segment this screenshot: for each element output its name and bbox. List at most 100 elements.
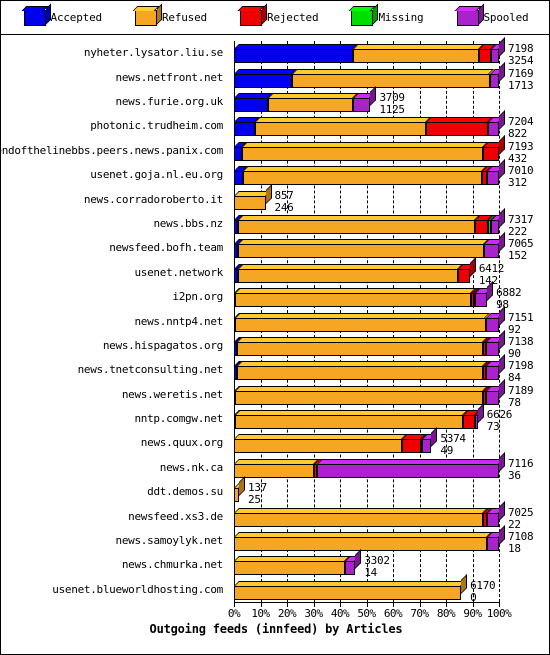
- y-axis-label: news.netfront.net: [115, 70, 224, 84]
- bar-side-face: [477, 403, 484, 424]
- bar-segment-rejected: [457, 263, 475, 283]
- legend-item-accepted: Accepted: [21, 3, 102, 26]
- bar-value-secondary: 312: [508, 176, 527, 190]
- cube-top-face: [348, 5, 376, 11]
- y-axis-label: news.nk.ca: [159, 460, 224, 474]
- legend-item-refused: Refused: [132, 3, 207, 26]
- bar-segment-refused: [268, 92, 359, 112]
- y-axis-label: usenet.network: [134, 265, 223, 279]
- bar-segment-accepted: [234, 141, 247, 161]
- bar-value-secondary: 78: [508, 395, 521, 409]
- x-axis-tick-label: 10%: [251, 607, 270, 620]
- bar-segment-spooled: [475, 288, 493, 308]
- bar-segment-spooled: [485, 361, 504, 381]
- bar-segment-spooled: [485, 336, 504, 356]
- bar-top-face: [243, 166, 487, 172]
- bar-segment-spooled: [489, 68, 504, 88]
- bar-segment-spooled: [487, 166, 504, 186]
- y-axis-label: ddt.demos.su: [147, 485, 223, 499]
- bar-segment-refused: [243, 166, 487, 186]
- bar-segment-refused: [234, 580, 467, 600]
- legend-item-label: Missing: [378, 11, 424, 24]
- bar-value-secondary: 25: [248, 493, 261, 507]
- bar-side-face: [499, 329, 505, 350]
- cube-icon: [237, 3, 268, 26]
- bar-side-face: [499, 159, 505, 180]
- y-axis-label: news.quux.org: [140, 436, 224, 450]
- bar-segment-accepted: [234, 92, 274, 112]
- y-axis-label: newsfeed.bofh.team: [109, 241, 223, 255]
- bar-top-face: [237, 239, 490, 245]
- legend-item-label: Spooled: [483, 11, 529, 24]
- x-axis-tick-label: 0%: [227, 607, 241, 620]
- bar-top-face: [317, 458, 504, 464]
- bar-side-face: [499, 525, 505, 546]
- x-axis-tick-label: 80%: [436, 607, 456, 620]
- bar-segment-refused: [237, 239, 490, 259]
- bar-top-face: [255, 117, 432, 123]
- bar-side-face: [355, 549, 362, 570]
- bar-value-secondary: 90: [508, 346, 521, 360]
- bar-segment-refused: [237, 214, 481, 234]
- y-axis-label: nntp.comgw.net: [134, 412, 223, 426]
- legend-item-missing: Missing: [348, 3, 424, 26]
- cube-icon: [454, 3, 484, 26]
- bar-segment-rejected: [475, 214, 494, 234]
- y-axis-label: news.nntp4.net: [134, 314, 223, 328]
- bar-segment-spooled: [484, 239, 504, 259]
- y-axis-label: usenet.goja.nl.eu.org: [90, 168, 223, 182]
- bar-segment-rejected: [402, 434, 426, 454]
- bar-segment-refused: [235, 312, 491, 332]
- bar-segment-refused: [236, 361, 489, 381]
- bar-side-face: [499, 110, 505, 131]
- y-axis-label: news.samoylyk.net: [115, 534, 224, 548]
- bar-segment-spooled: [488, 117, 504, 137]
- legend-item-rejected: Rejected: [237, 3, 319, 26]
- y-axis-label: news.chmurka.net: [121, 558, 223, 572]
- bar-value-secondary: 84: [508, 371, 521, 385]
- bar-top-face: [235, 385, 489, 391]
- bar-top-face: [235, 288, 477, 294]
- y-axis-label: i2pn.org: [172, 290, 223, 304]
- bar-value-secondary: 1125: [379, 102, 405, 116]
- cube-icon: [132, 3, 162, 26]
- bar-top-face: [234, 507, 489, 513]
- bar-side-face: [469, 256, 476, 277]
- bar-side-face: [499, 354, 505, 375]
- y-axis-label: usenet.blueworldhosting.com: [52, 582, 223, 596]
- bar-segment-refused: [234, 190, 271, 210]
- bar-segment-refused: [236, 336, 489, 356]
- bar-value-secondary: 822: [508, 127, 527, 141]
- bar-segment-rejected: [479, 44, 497, 64]
- y-axis-label: news.bbs.nz: [153, 216, 223, 230]
- x-axis-ticks: 0% 10% 20% 30% 40% 50% 60% 70% 80% 90% 100%: [228, 602, 534, 622]
- bar-segment-spooled: [353, 92, 376, 112]
- plot-area: nyheter.lysator.liu.se news.netfront.net n…: [1, 36, 549, 654]
- x-axis-tick-label: 30%: [304, 607, 323, 620]
- bar-top-face: [235, 410, 469, 416]
- cube-top-face: [454, 5, 481, 11]
- bar-segment-spooled: [487, 532, 504, 552]
- bar-segment-refused: [255, 117, 432, 137]
- x-axis-tick-label: 40%: [330, 607, 350, 620]
- bar-segment-accepted: [234, 68, 298, 88]
- bar-segment-refused: [241, 141, 489, 161]
- y-axis-label: news.tnetconsulting.net: [77, 363, 224, 377]
- y-axis-label: news.weretis.net: [121, 387, 223, 401]
- bar-side-face: [499, 378, 505, 399]
- chart-title: Outgoing feeds (innfeed) by Articles: [149, 622, 403, 636]
- cube-icon: [21, 3, 51, 26]
- bar-segment-spooled: [485, 385, 504, 405]
- bar-value-secondary: 3254: [508, 54, 534, 68]
- bar-top-face: [292, 68, 495, 74]
- bar-top-face: [235, 312, 491, 318]
- bar-side-face: [499, 134, 505, 155]
- bar-top-face: [234, 556, 351, 562]
- legend-item-label: Rejected: [267, 11, 319, 24]
- bar-side-face: [499, 232, 505, 253]
- bar-segment-rejected: [426, 117, 494, 137]
- y-axis-label: newsfeed.xs3.de: [128, 509, 223, 523]
- y-axis-labels: nyheter.lysator.liu.se news.netfront.net n…: [1, 36, 229, 602]
- y-axis-label: photonic.trudheim.com: [90, 119, 223, 133]
- cube-top-face: [21, 5, 49, 11]
